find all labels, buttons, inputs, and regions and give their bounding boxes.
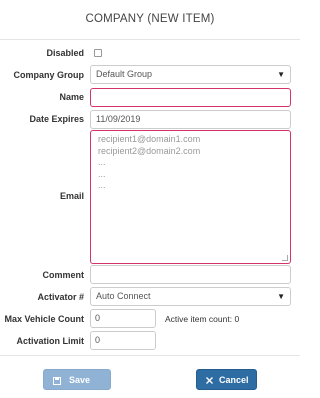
cancel-button[interactable]: Cancel <box>196 369 257 390</box>
email-textarea[interactable]: recipient1@domain1.com recipient2@domain… <box>90 130 291 264</box>
dialog-header: COMPANY (NEW ITEM) <box>0 0 300 40</box>
email-placeholder-line: recipient1@domain1.com <box>98 134 201 144</box>
floppy-disk-icon <box>53 370 61 391</box>
active-item-count-text: Active item count: 0 <box>165 314 240 324</box>
save-button-label: Save <box>69 375 91 385</box>
name-input[interactable] <box>90 88 291 107</box>
comment-input[interactable] <box>90 265 291 284</box>
disabled-checkbox[interactable] <box>94 49 102 57</box>
close-icon <box>205 370 214 391</box>
activator-select[interactable]: Auto Connect ▼ <box>90 287 291 306</box>
company-group-select[interactable]: Default Group ▼ <box>90 65 291 84</box>
company-group-value: Default Group <box>96 69 153 79</box>
caret-down-icon: ▼ <box>277 70 285 79</box>
cancel-button-label: Cancel <box>219 375 249 385</box>
activator-value: Auto Connect <box>96 291 151 301</box>
activation-limit-input[interactable]: 0 <box>90 331 156 350</box>
max-vehicle-count-label: Max Vehicle Count <box>4 314 84 324</box>
date-expires-input[interactable]: 11/09/2019 <box>90 110 291 129</box>
comment-label: Comment <box>42 270 84 280</box>
save-button[interactable]: Save <box>43 369 111 390</box>
disabled-label: Disabled <box>46 48 84 58</box>
dialog-title: COMPANY (NEW ITEM) <box>85 13 215 25</box>
company-group-label: Company Group <box>13 70 84 80</box>
email-placeholder-line: ... <box>98 157 106 167</box>
max-vehicle-count-input[interactable]: 0 <box>90 309 156 328</box>
email-placeholder-line: recipient2@domain2.com <box>98 145 201 156</box>
email-placeholder-line: ... <box>98 168 106 179</box>
activator-label: Activator # <box>37 292 84 302</box>
date-expires-label: Date Expires <box>29 114 84 124</box>
activation-limit-label: Activation Limit <box>16 336 84 346</box>
email-placeholder-line: ... <box>98 180 106 190</box>
caret-down-icon: ▼ <box>277 292 285 301</box>
name-label: Name <box>59 92 84 102</box>
email-label: Email <box>59 191 84 201</box>
resize-handle[interactable] <box>282 255 288 261</box>
